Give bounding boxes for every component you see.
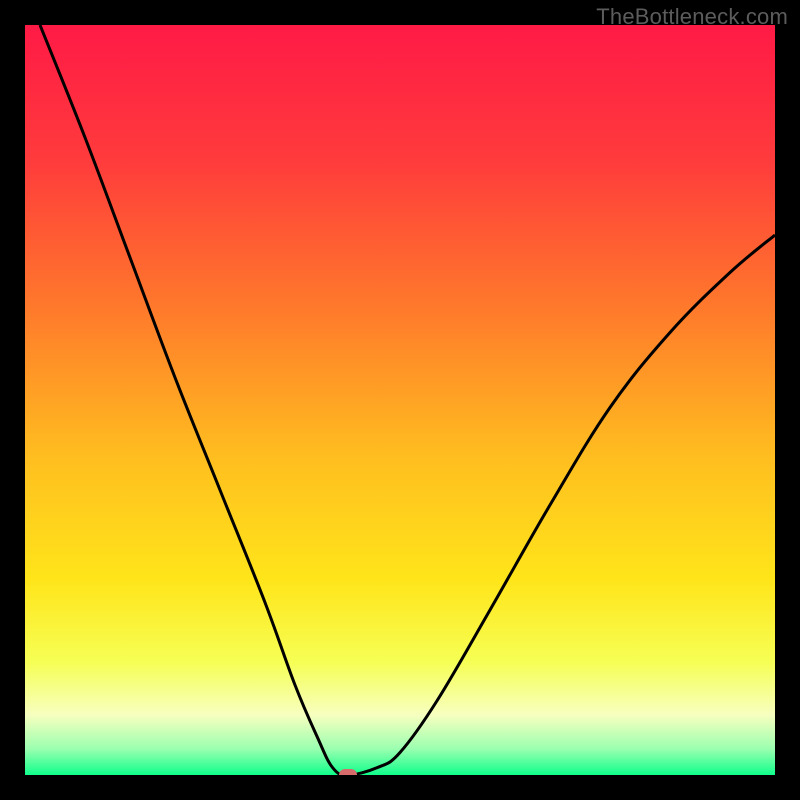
plot-area xyxy=(25,25,775,775)
bottleneck-curve xyxy=(40,25,775,775)
curve-layer xyxy=(25,25,775,775)
watermark-text: TheBottleneck.com xyxy=(596,4,788,30)
optimal-marker xyxy=(339,769,357,775)
plot-frame xyxy=(25,25,775,775)
